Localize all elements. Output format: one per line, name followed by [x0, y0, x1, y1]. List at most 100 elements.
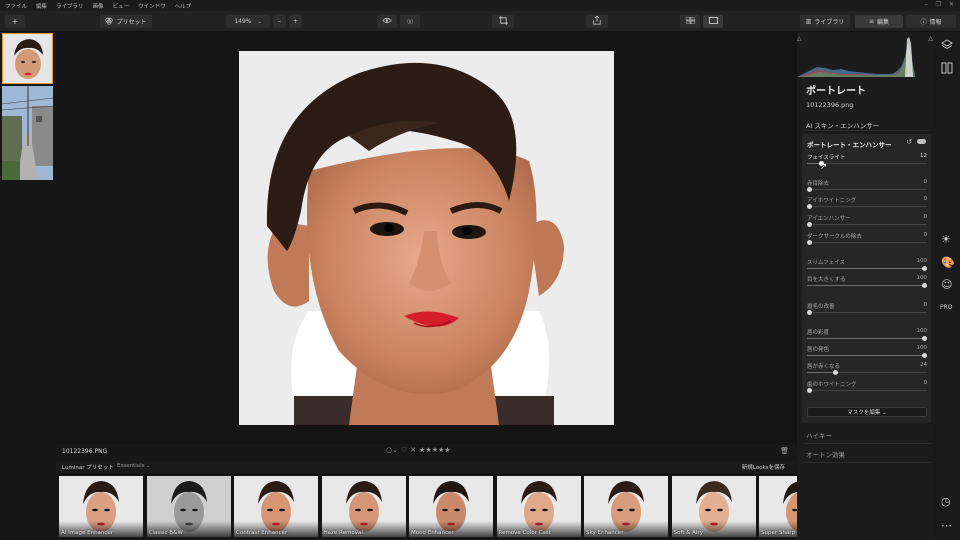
- presets-button[interactable]: プリセット: [100, 15, 152, 28]
- heart-icon[interactable]: ♡: [401, 446, 407, 454]
- clock-icon[interactable]: ◷: [941, 496, 951, 507]
- ellipsis-icon[interactable]: ⋯: [941, 520, 952, 531]
- menu-edit[interactable]: 編集: [36, 2, 47, 10]
- crop-button[interactable]: [492, 15, 514, 28]
- preset-card[interactable]: Mood Enhancer: [409, 476, 493, 537]
- slider-track[interactable]: [807, 390, 927, 391]
- pro-badge-icon[interactable]: PRO: [940, 305, 953, 311]
- slider-track[interactable]: [807, 242, 927, 243]
- zoom-dropdown[interactable]: 149% ⌄: [226, 15, 270, 28]
- menu-view[interactable]: ビュー: [113, 2, 130, 10]
- zoom-out-button[interactable]: –: [273, 15, 286, 28]
- slider-track[interactable]: [807, 189, 927, 190]
- palette-icon[interactable]: 🎨: [941, 257, 955, 268]
- preset-label: AI Image Enhancer: [61, 530, 114, 536]
- slider[interactable]: スリムフェイス 100: [807, 258, 927, 272]
- section-orton-effect[interactable]: オートン効果: [806, 449, 845, 459]
- reset-icon[interactable]: ↺: [906, 138, 912, 146]
- menu-library[interactable]: ライブラリ: [56, 2, 84, 10]
- clear-rating-icon[interactable]: ✕: [410, 446, 416, 454]
- slider-track[interactable]: [807, 206, 927, 207]
- slider[interactable]: 眉毛の改善 0: [807, 302, 927, 316]
- portrait-enhancer-card: ポートレート・エンハンサー ↺ フェイスライト 12 赤目除去 0 アイホワイトニング 0…: [802, 134, 931, 423]
- menu-file[interactable]: ファイル: [5, 2, 27, 10]
- slider-handle[interactable]: [922, 266, 927, 271]
- thumbnail-portrait[interactable]: [2, 33, 53, 84]
- menu-help[interactable]: ヘルプ: [175, 2, 192, 10]
- slider[interactable]: 歯のホワイトニング 0: [807, 380, 927, 394]
- thumbnail-street[interactable]: [2, 86, 53, 180]
- tab-edit[interactable]: ≡ 編集: [855, 15, 903, 28]
- slider[interactable]: ダークサークルの除去 0: [807, 232, 927, 246]
- edited-photo[interactable]: [239, 51, 614, 425]
- close-icon[interactable]: ✕: [949, 1, 954, 8]
- menu-image[interactable]: 画像: [93, 2, 104, 10]
- card-title[interactable]: ポートレート・エンハンサー: [807, 139, 892, 149]
- preset-card[interactable]: Soft & Airy: [671, 476, 756, 537]
- trash-icon[interactable]: 🗑: [780, 447, 789, 455]
- section-high-key[interactable]: ハイキー: [806, 430, 832, 440]
- preview-button[interactable]: [377, 15, 397, 28]
- restore-icon[interactable]: ❐: [936, 1, 941, 8]
- slider[interactable]: アイエンハンサー 0: [807, 214, 927, 228]
- image-filename: 10122396.PNG: [62, 448, 108, 455]
- slider[interactable]: アイホワイトニング 0: [807, 196, 927, 210]
- star-rating[interactable]: ★★★★★: [419, 446, 450, 454]
- sliders-icon: ≡: [868, 18, 874, 25]
- slider-handle[interactable]: [807, 204, 812, 209]
- face-icon[interactable]: ☺: [941, 279, 952, 290]
- slider-handle[interactable]: [807, 388, 812, 393]
- tab-essentials[interactable]: Essentials: [117, 463, 145, 469]
- preset-card[interactable]: Classic B&W: [146, 476, 231, 537]
- slider-handle[interactable]: [807, 187, 812, 192]
- layers-icon[interactable]: [941, 39, 953, 53]
- compare-button[interactable]: ▯▯: [400, 15, 420, 28]
- card-actions: ↺: [906, 138, 926, 146]
- slider-handle[interactable]: [807, 222, 812, 227]
- slider-handle[interactable]: [922, 283, 927, 288]
- minimize-icon[interactable]: –: [925, 1, 928, 8]
- slider-handle[interactable]: [833, 370, 839, 375]
- preset-card[interactable]: Super Sharp: [759, 476, 797, 537]
- histogram-clip-left-icon[interactable]: △: [797, 35, 802, 42]
- tab-library[interactable]: ▥ ライブラリ: [800, 15, 850, 28]
- menu-bar: ファイル 編集 ライブラリ 画像 ビュー ウインドウ ヘルプ: [0, 0, 960, 11]
- slider-value: 0: [923, 302, 928, 308]
- slider-handle[interactable]: [922, 353, 927, 358]
- histogram-clip-right-icon[interactable]: △: [928, 35, 933, 42]
- slider-track[interactable]: [807, 312, 927, 313]
- preset-card[interactable]: Sky Enhancer: [584, 476, 668, 537]
- slider[interactable]: 目を大きくする 100: [807, 275, 927, 289]
- slider-handle[interactable]: [807, 310, 812, 315]
- slider[interactable]: 赤目除去 0: [807, 179, 927, 193]
- zoom-in-button[interactable]: +: [289, 15, 302, 28]
- slider-track[interactable]: [807, 224, 927, 225]
- chevron-down-icon[interactable]: ⌄: [146, 463, 150, 469]
- preset-card[interactable]: AI Image Enhancer: [59, 476, 143, 537]
- sun-icon[interactable]: ☀: [941, 234, 951, 245]
- preset-card[interactable]: Remove Color Cast: [496, 476, 581, 537]
- edit-mask-button[interactable]: マスクを編集 ⌄: [807, 407, 927, 417]
- edit-panel: △ △ ポートレート 10122396.png AI スキン・エンハンサー ポー…: [797, 32, 935, 540]
- save-looks-button[interactable]: 新規Looksを保存: [742, 463, 785, 471]
- menu-window[interactable]: ウインドウ: [138, 2, 166, 10]
- slider[interactable]: 唇の発色 100: [807, 345, 927, 359]
- slider[interactable]: 唇の彩度 100: [807, 328, 927, 342]
- add-button[interactable]: +: [5, 15, 25, 28]
- tab-luminar-presets[interactable]: Luminar プリセット: [62, 463, 114, 471]
- single-view-icon: [708, 17, 718, 26]
- section-ai-skin-enhancer[interactable]: AI スキン・エンハンサー: [806, 120, 879, 130]
- enable-toggle[interactable]: [917, 139, 926, 144]
- preset-card[interactable]: Contrast Enhancer: [234, 476, 318, 537]
- split-view-icon[interactable]: [941, 62, 953, 76]
- slider[interactable]: 唇が赤くなる 24: [807, 362, 927, 376]
- tab-info[interactable]: ⓘ 情報: [906, 15, 956, 28]
- slider-handle[interactable]: [807, 240, 812, 245]
- reject-icon[interactable]: ○⌄: [386, 446, 398, 454]
- preset-card[interactable]: Haze Removal: [321, 476, 406, 537]
- single-view-button[interactable]: [703, 15, 723, 28]
- grid-view-button[interactable]: [680, 15, 700, 28]
- share-button[interactable]: [586, 15, 608, 28]
- preset-label: Remove Color Cast: [498, 530, 551, 536]
- slider-handle[interactable]: [922, 336, 927, 341]
